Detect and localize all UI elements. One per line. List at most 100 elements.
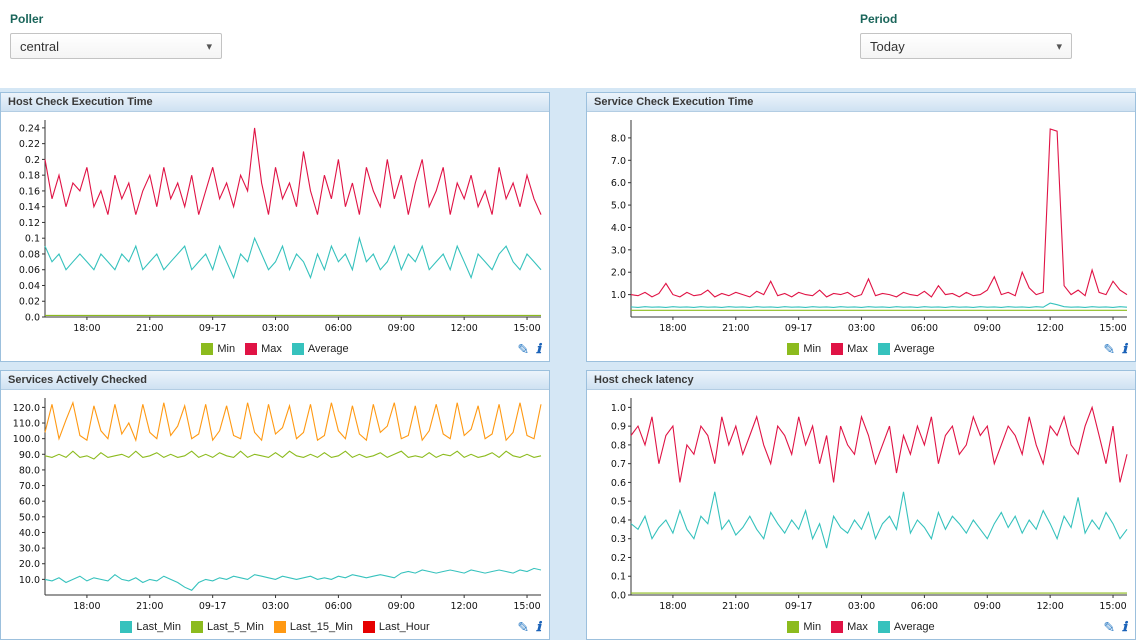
svg-text:0.0: 0.0 bbox=[25, 313, 40, 324]
legend-item-last_5_min[interactable]: Last_5_Min bbox=[191, 621, 264, 633]
period-control: Period Today ▾ bbox=[860, 12, 1072, 88]
svg-text:0.0: 0.0 bbox=[611, 591, 626, 602]
svg-text:06:00: 06:00 bbox=[325, 323, 352, 334]
svg-text:03:00: 03:00 bbox=[848, 601, 875, 612]
svg-text:0.1: 0.1 bbox=[611, 572, 626, 583]
svg-text:0.8: 0.8 bbox=[611, 440, 626, 451]
svg-text:09:00: 09:00 bbox=[974, 601, 1001, 612]
svg-text:0.7: 0.7 bbox=[611, 459, 626, 470]
legend-item-max[interactable]: Max bbox=[831, 621, 868, 633]
legend-item-last_15_min[interactable]: Last_15_Min bbox=[274, 621, 353, 633]
svg-text:0.08: 0.08 bbox=[19, 249, 40, 260]
poller-select[interactable]: central ▾ bbox=[10, 33, 222, 59]
legend-swatch bbox=[191, 621, 203, 633]
svg-text:8.0: 8.0 bbox=[611, 133, 626, 144]
svg-text:4.0: 4.0 bbox=[611, 223, 626, 234]
svg-text:21:00: 21:00 bbox=[722, 601, 749, 612]
svg-text:0.4: 0.4 bbox=[611, 515, 626, 526]
legend-item-average[interactable]: Average bbox=[292, 343, 349, 355]
svg-text:09-17: 09-17 bbox=[785, 323, 813, 334]
svg-text:3.0: 3.0 bbox=[611, 245, 626, 256]
svg-text:7.0: 7.0 bbox=[611, 156, 626, 167]
legend-item-min[interactable]: Min bbox=[787, 621, 821, 633]
edit-graph-icon[interactable]: ✎ bbox=[517, 620, 529, 634]
legend-label: Max bbox=[847, 621, 868, 633]
legend-item-average[interactable]: Average bbox=[878, 343, 935, 355]
svg-text:20.0: 20.0 bbox=[19, 559, 40, 570]
info-icon[interactable]: ℹ bbox=[1122, 343, 1127, 356]
svg-text:09-17: 09-17 bbox=[199, 323, 227, 334]
chart-legend: Min Max Average bbox=[787, 343, 934, 355]
svg-text:0.16: 0.16 bbox=[19, 186, 40, 197]
legend-item-min[interactable]: Min bbox=[201, 343, 235, 355]
edit-graph-icon[interactable]: ✎ bbox=[1103, 620, 1115, 634]
svg-text:12:00: 12:00 bbox=[1036, 601, 1063, 612]
svg-text:06:00: 06:00 bbox=[325, 601, 352, 612]
legend-swatch bbox=[120, 621, 132, 633]
legend-item-last_min[interactable]: Last_Min bbox=[120, 621, 181, 633]
svg-text:09-17: 09-17 bbox=[785, 601, 813, 612]
chart-title: Host check latency bbox=[587, 371, 1135, 390]
svg-text:15:00: 15:00 bbox=[513, 323, 540, 334]
legend-swatch bbox=[292, 343, 304, 355]
legend-item-max[interactable]: Max bbox=[831, 343, 868, 355]
legend-label: Max bbox=[261, 343, 282, 355]
svg-text:12:00: 12:00 bbox=[1036, 323, 1063, 334]
period-select[interactable]: Today ▾ bbox=[860, 33, 1072, 59]
info-icon[interactable]: ℹ bbox=[536, 621, 541, 634]
svg-text:09-17: 09-17 bbox=[199, 601, 227, 612]
svg-text:0.2: 0.2 bbox=[25, 155, 40, 166]
legend-swatch bbox=[787, 621, 799, 633]
legend-item-last_hour[interactable]: Last_Hour bbox=[363, 621, 430, 633]
chevron-down-icon: ▾ bbox=[1056, 40, 1062, 53]
svg-text:1.0: 1.0 bbox=[611, 403, 626, 414]
svg-text:0.02: 0.02 bbox=[19, 297, 40, 308]
legend-swatch bbox=[831, 343, 843, 355]
svg-text:12:00: 12:00 bbox=[450, 323, 477, 334]
svg-text:5.0: 5.0 bbox=[611, 201, 626, 212]
legend-item-average[interactable]: Average bbox=[878, 621, 935, 633]
graphs-grid: Host Check Execution Time 0.0 0.02 0.04 0.0… bbox=[0, 88, 1136, 640]
chart-canvas[interactable]: 1.02.03.04.05.06.07.08.018:0021:0009-170… bbox=[587, 112, 1135, 337]
chart-canvas[interactable]: 10.020.030.040.050.060.070.080.090.0100.… bbox=[1, 390, 549, 615]
svg-text:09:00: 09:00 bbox=[388, 601, 415, 612]
svg-text:18:00: 18:00 bbox=[659, 601, 686, 612]
chart-legend: Last_Min Last_5_Min Last_15_Min Last_Hour bbox=[120, 621, 429, 633]
svg-text:09:00: 09:00 bbox=[974, 323, 1001, 334]
legend-label: Average bbox=[308, 343, 349, 355]
svg-text:15:00: 15:00 bbox=[1099, 323, 1126, 334]
legend-swatch bbox=[878, 343, 890, 355]
svg-text:0.3: 0.3 bbox=[611, 534, 626, 545]
period-selected-value: Today bbox=[870, 39, 905, 54]
info-icon[interactable]: ℹ bbox=[1122, 621, 1127, 634]
chart-legend: Min Max Average bbox=[787, 621, 934, 633]
svg-text:0.04: 0.04 bbox=[19, 281, 40, 292]
svg-text:12:00: 12:00 bbox=[450, 601, 477, 612]
period-label: Period bbox=[860, 12, 1072, 26]
svg-text:60.0: 60.0 bbox=[19, 497, 40, 508]
svg-text:09:00: 09:00 bbox=[388, 323, 415, 334]
info-icon[interactable]: ℹ bbox=[536, 343, 541, 356]
legend-item-max[interactable]: Max bbox=[245, 343, 282, 355]
edit-graph-icon[interactable]: ✎ bbox=[1103, 342, 1115, 356]
svg-text:21:00: 21:00 bbox=[136, 323, 163, 334]
svg-text:10.0: 10.0 bbox=[19, 575, 40, 586]
edit-graph-icon[interactable]: ✎ bbox=[517, 342, 529, 356]
chart-title: Host Check Execution Time bbox=[1, 93, 549, 112]
svg-text:21:00: 21:00 bbox=[722, 323, 749, 334]
poller-selected-value: central bbox=[20, 39, 59, 54]
svg-text:03:00: 03:00 bbox=[262, 323, 289, 334]
svg-text:03:00: 03:00 bbox=[848, 323, 875, 334]
legend-label: Average bbox=[894, 621, 935, 633]
legend-label: Last_15_Min bbox=[290, 621, 353, 633]
svg-text:2.0: 2.0 bbox=[611, 268, 626, 279]
svg-text:06:00: 06:00 bbox=[911, 601, 938, 612]
chart-canvas[interactable]: 0.00.020.040.060.080.10.120.140.160.180.… bbox=[1, 112, 549, 337]
panel-host-check-latency: Host check latency 0.00.10.20.30.40.50.6… bbox=[586, 370, 1136, 640]
filter-bar: Poller central ▾ Period Today ▾ bbox=[0, 0, 1136, 88]
legend-swatch bbox=[201, 343, 213, 355]
panel-services-actively-checked: Services Actively Checked 10.020.030.040… bbox=[0, 370, 550, 640]
svg-text:80.0: 80.0 bbox=[19, 465, 40, 476]
legend-item-min[interactable]: Min bbox=[787, 343, 821, 355]
chart-canvas[interactable]: 0.00.10.20.30.40.50.60.70.80.91.018:0021… bbox=[587, 390, 1135, 615]
